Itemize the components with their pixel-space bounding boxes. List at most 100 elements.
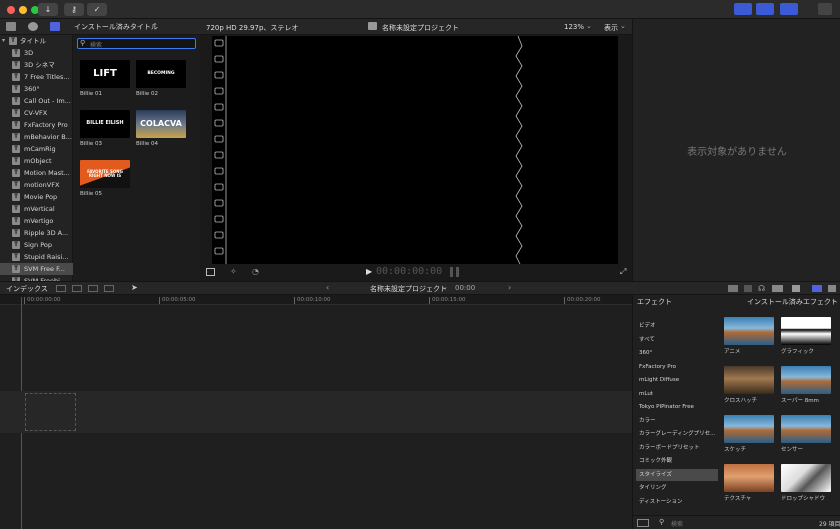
zoom-menu[interactable]: 123% <box>564 23 584 31</box>
effects-category[interactable]: ディストーション <box>636 496 718 508</box>
sidebar-item[interactable]: T 360° <box>0 83 73 95</box>
clip-thumbnail[interactable]: BECOMING <box>136 60 186 88</box>
show-timeline-toggle[interactable] <box>756 3 774 15</box>
timecode-display[interactable]: 00:00:00:00 <box>376 266 442 277</box>
effects-category[interactable]: カラーボードプリセット <box>636 442 718 454</box>
installed-effects-menu[interactable]: インストール済みエフェクト <box>747 297 838 307</box>
sidebar-item[interactable]: TmBehavior B... <box>0 131 73 143</box>
effects-category[interactable]: 360° <box>636 347 718 359</box>
effect-thumbnail[interactable] <box>781 317 831 345</box>
background-tasks-button[interactable]: ✓ <box>87 3 107 16</box>
effects-category[interactable]: カラーグレーディングプリセ... <box>636 428 718 440</box>
chevron-down-icon[interactable]: ⌄ <box>586 22 592 30</box>
music-icon[interactable] <box>28 22 38 31</box>
keywords-button[interactable]: ⚷ <box>64 3 84 16</box>
speed-icon[interactable]: ◔ <box>252 267 259 276</box>
sidebar-item[interactable]: T Stupid Raisi... <box>0 251 73 263</box>
transitions-browser-toggle[interactable] <box>828 285 836 292</box>
close-window-button[interactable] <box>7 6 15 14</box>
sidebar-root-titles[interactable]: ▾ T タイトル <box>0 35 73 47</box>
sidebar-item[interactable]: T Ripple 3D A... <box>0 227 73 239</box>
effect-thumbnail[interactable] <box>724 366 774 394</box>
minimize-window-button[interactable] <box>19 6 27 14</box>
titles-generators-icon[interactable] <box>50 22 60 31</box>
effects-category[interactable]: FxFactory Pro <box>636 361 718 373</box>
sidebar-item[interactable]: T 3D <box>0 47 73 59</box>
empty-storyline-placeholder[interactable] <box>25 393 76 431</box>
append-clip-icon[interactable] <box>88 285 98 292</box>
search-input[interactable]: 検索 <box>90 40 102 49</box>
effects-search-input[interactable]: 検索 <box>671 519 683 528</box>
sidebar-item[interactable]: T SVM Free F... <box>0 263 73 275</box>
clip-thumbnail[interactable]: LIFT <box>80 60 130 88</box>
sidebar-item[interactable]: T Movie Pop <box>0 191 73 203</box>
audio-meters-icon[interactable] <box>728 285 738 292</box>
video-canvas[interactable] <box>212 36 618 264</box>
effect-thumbnail[interactable] <box>724 317 774 345</box>
effects-category[interactable]: Tokyo PIPinator Free <box>636 401 718 413</box>
show-browser-toggle[interactable] <box>734 3 752 15</box>
sidebar-item[interactable]: T FxFactory Pro <box>0 119 73 131</box>
effects-category[interactable]: mLut <box>636 388 718 400</box>
timeline-project-name[interactable]: 名称未設定プロジェクト <box>370 284 447 294</box>
select-tool-icon[interactable]: ➤ <box>131 283 138 292</box>
title-category-icon: T <box>12 229 20 237</box>
effect-thumbnail[interactable] <box>724 415 774 443</box>
show-inspector-toggle[interactable] <box>780 3 798 15</box>
effect-thumbnail[interactable] <box>781 366 831 394</box>
effects-category[interactable]: コミック外観 <box>636 455 718 467</box>
clip-thumbnail[interactable]: BILLIE EILISH <box>80 110 130 138</box>
sidebar-toggle-icon[interactable] <box>637 519 649 527</box>
effect-thumbnail[interactable] <box>781 415 831 443</box>
play-button[interactable]: ▶ <box>366 267 372 276</box>
index-button[interactable]: インデックス <box>6 284 48 294</box>
share-button[interactable] <box>818 3 832 15</box>
enhance-icon[interactable]: ✧ <box>230 267 237 276</box>
transform-tool-icon[interactable] <box>206 268 215 276</box>
insert-clip-icon[interactable] <box>72 285 82 292</box>
chevron-down-icon[interactable]: ⌄ <box>442 283 448 291</box>
effects-browser-toggle[interactable] <box>812 285 822 292</box>
sidebar-item[interactable]: TmCamRig <box>0 143 73 155</box>
timeline-ruler[interactable]: 00:00:00:00 00:00:05:00 00:00:10:00 00:00:1… <box>0 295 632 305</box>
import-button[interactable]: ↓ <box>38 3 58 16</box>
chevron-down-icon[interactable]: ⌄ <box>831 296 837 304</box>
effects-category[interactable]: mLight Diffuse <box>636 374 718 386</box>
audio-solo-icon[interactable] <box>792 285 800 292</box>
disclosure-triangle-icon[interactable]: ▾ <box>2 35 5 47</box>
back-arrow-icon[interactable]: ‹ <box>326 283 329 292</box>
clip-appearance-icon[interactable] <box>772 285 783 292</box>
fullscreen-icon[interactable]: ⤢ <box>620 267 626 277</box>
photos-icon[interactable] <box>6 22 16 31</box>
sidebar-item[interactable]: T 7 Free Titles... <box>0 71 73 83</box>
sidebar-item[interactable]: TmVertical <box>0 203 73 215</box>
library-title[interactable]: インストール済みタイトル <box>74 22 158 32</box>
effects-category[interactable]: ビデオ <box>636 320 718 332</box>
sidebar-item[interactable]: TmObject <box>0 155 73 167</box>
sidebar-item[interactable]: T Motion Mast... <box>0 167 73 179</box>
overwrite-clip-icon[interactable] <box>104 285 114 292</box>
effects-category[interactable]: スタイライズ <box>636 468 718 481</box>
effects-category[interactable]: カラー <box>636 415 718 427</box>
forward-arrow-icon[interactable]: › <box>508 283 511 292</box>
headphones-icon[interactable]: ☊ <box>758 284 765 293</box>
effect-thumbnail[interactable] <box>781 464 831 492</box>
clip-thumbnail[interactable]: FAVORITE SONG RIGHT NOW IS <box>80 160 130 188</box>
skimming-icon[interactable] <box>744 285 752 292</box>
effects-category[interactable]: タイリング <box>636 482 718 494</box>
library-chevron-icon[interactable]: ⌃ <box>152 22 158 30</box>
sidebar-item[interactable]: TmVertigo <box>0 215 73 227</box>
view-menu[interactable]: 表示 <box>604 23 618 33</box>
chevron-down-icon[interactable]: ⌄ <box>620 22 626 30</box>
sidebar-item[interactable]: T 3D シネマ <box>0 59 73 71</box>
connect-clip-icon[interactable] <box>56 285 66 292</box>
clip-thumbnail[interactable]: COLACVA <box>136 110 186 138</box>
sidebar-item[interactable]: T CV-VFX <box>0 107 73 119</box>
effects-category[interactable]: すべて <box>636 334 718 346</box>
sidebar-item[interactable]: T Call Out - Im... <box>0 95 73 107</box>
sidebar-item[interactable]: TmotionVFX <box>0 179 73 191</box>
effect-thumbnail[interactable] <box>724 464 774 492</box>
sidebar-item[interactable]: T Sign Pop <box>0 239 73 251</box>
primary-storyline[interactable] <box>0 391 632 433</box>
search-field[interactable]: ⚲ 検索 <box>77 38 196 49</box>
